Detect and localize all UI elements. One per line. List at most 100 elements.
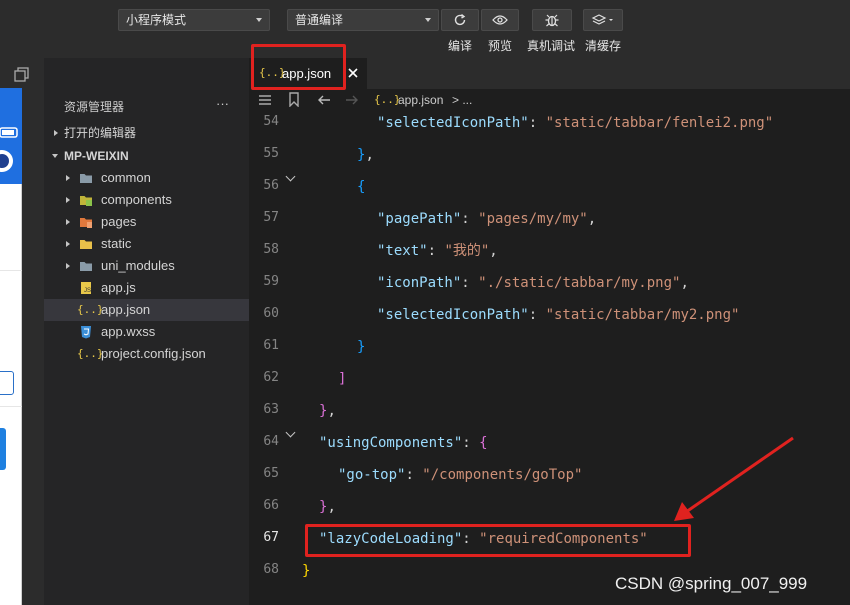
json-value: "./static/tabbar/my.png" [478,275,681,291]
line-number: 61 [263,338,279,353]
tree-item-project-config[interactable]: {..} project.config.json [44,343,249,365]
chevron-right-icon [66,197,70,203]
folder-icon [80,174,92,183]
js-file-icon: JS [81,282,91,294]
watermark: CSDN @spring_007_999 [615,574,808,593]
bug-icon [545,14,559,27]
breadcrumb: {..} app.json > ... [249,89,850,111]
code-line: } [357,339,366,355]
tree-item-app-json[interactable]: {..} app.json [44,299,249,321]
list-icon[interactable] [258,94,272,106]
code-line: } [302,563,311,579]
battery-icon [0,127,18,138]
tree-item-app-wxss[interactable]: app.wxss [44,321,249,343]
tree-item-components[interactable]: components [44,189,249,211]
simulator-blue-block [0,428,6,470]
chevron-right-icon [66,263,70,269]
static-folder-icon [80,240,92,249]
tree-item-label: uni_modules [101,258,175,273]
json-key: "usingComponents" [319,435,463,451]
preview-button[interactable] [481,9,519,31]
line-number: 63 [263,402,279,417]
code-line: }, [319,403,336,419]
tree-item-label: static [101,236,132,251]
device-debug-button[interactable] [532,9,572,31]
tree-item-static[interactable]: static [44,233,249,255]
code-line: }, [357,147,374,163]
line-number: 62 [263,370,279,385]
project-section[interactable]: MP-WEIXIN [44,145,249,167]
tree-item-label: app.json [101,302,151,317]
project-label: MP-WEIXIN [64,149,129,163]
open-editors-label: 打开的编辑器 [64,126,137,140]
breadcrumb-file[interactable]: app.json [398,93,443,107]
tree-item-common[interactable]: common [44,167,249,189]
json-value: "static/tabbar/fenlei2.png" [545,115,774,131]
layers-icon [591,14,613,25]
compile-label: 编译 [448,39,473,53]
tree-item-pages[interactable]: pages [44,211,249,233]
window-icon[interactable] [14,67,29,82]
tree-item-label: common [101,170,151,185]
code-line: "selectedIconPath": "static/tabbar/my2.p… [377,307,740,323]
folder-icon [80,262,92,271]
preview-label: 预览 [488,39,513,53]
fold-chevron-icon[interactable] [285,171,296,182]
code-line: "go-top": "/components/goTop" [338,467,583,483]
tree-item-label: pages [101,214,137,229]
line-number: 56 [263,178,279,193]
chevron-down-icon [52,154,58,158]
line-number: 54 [263,114,279,129]
json-key: "iconPath" [377,275,462,291]
arrow-left-icon[interactable] [317,94,331,106]
code-line: }, [319,499,336,515]
fold-chevron-icon[interactable] [285,427,296,438]
json-value: "我的" [444,243,490,259]
code-line: { [357,179,366,195]
json-value: "/components/goTop" [422,467,583,483]
tree-item-uni-modules[interactable]: uni_modules [44,255,249,277]
eye-icon [492,15,508,25]
bookmark-icon[interactable] [288,92,300,107]
line-number: 66 [263,498,279,513]
line-number: 64 [263,434,279,449]
top-toolbar: 小程序模式 普通编译 编译 预览 真机调试 清缓存 [0,0,850,58]
json-file-icon: {..} [77,303,104,316]
open-editors-section[interactable]: 打开的编辑器 [44,122,249,144]
clear-cache-button[interactable] [583,9,623,31]
line-number: 65 [263,466,279,481]
compile-button[interactable] [441,9,479,31]
line-number: 60 [263,306,279,321]
json-key: "text" [377,243,428,259]
chevron-down-icon [256,18,262,22]
explorer-header: 资源管理器 ··· [44,58,249,114]
tree-item-label: app.js [101,280,136,295]
line-number-gutter: 54 55 56 57 58 59 60 61 62 63 64 65 66 6… [249,111,301,605]
json-key: "selectedIconPath" [377,115,529,131]
simulator-preview [0,88,22,605]
simulator-tag [0,371,14,395]
arrow-right-icon[interactable] [345,94,359,106]
capsule-button-icon [0,150,13,172]
breadcrumb-rest[interactable]: > ... [452,93,472,107]
json-key: "go-top" [338,467,406,483]
json-key: "selectedIconPath" [377,307,529,323]
clear-cache-label: 清缓存 [585,39,622,53]
line-number: 57 [263,210,279,225]
device-debug-label: 真机调试 [527,39,576,53]
json-value: "static/tabbar/my2.png" [545,307,740,323]
chevron-right-icon [66,175,70,181]
pages-folder-icon [80,218,92,228]
chevron-right-icon [66,241,70,247]
code-line: "usingComponents": { [319,435,488,451]
more-actions-icon[interactable]: ··· [216,96,229,111]
components-folder-icon [80,196,92,206]
line-number: 68 [263,562,279,577]
tree-item-app-js[interactable]: JS app.js [44,277,249,299]
mode-select[interactable]: 小程序模式 [118,9,270,31]
chevron-down-icon [425,18,431,22]
compile-select[interactable]: 普通编译 [287,9,439,31]
tree-item-label: app.wxss [101,324,156,339]
close-icon[interactable] [348,68,358,78]
refresh-icon [454,13,466,26]
